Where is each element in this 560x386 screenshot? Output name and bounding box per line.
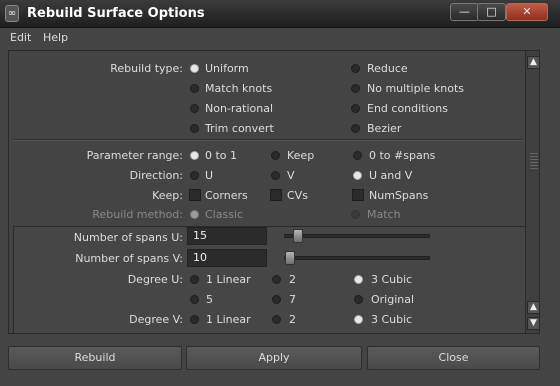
rebuild-type-reduce-label[interactable]: Reduce bbox=[367, 62, 408, 75]
rebuild-type-uniform-radio[interactable] bbox=[190, 64, 199, 73]
parameter-range-0-to-spans-radio[interactable] bbox=[353, 151, 362, 160]
degree-v-cubic-label[interactable]: 3 Cubic bbox=[371, 313, 412, 326]
spans-u-label: Number of spans U: bbox=[73, 231, 183, 244]
keep-numspans-label[interactable]: NumSpans bbox=[369, 189, 428, 202]
rebuild-type-non-rational-label[interactable]: Non-rational bbox=[205, 102, 273, 115]
rebuild-method-match-radio[interactable] bbox=[351, 210, 360, 219]
scroll-grip[interactable] bbox=[530, 156, 538, 157]
rebuild-type-non-rational-radio[interactable] bbox=[190, 104, 199, 113]
degree-u-cubic-label[interactable]: 3 Cubic bbox=[371, 273, 412, 286]
parameter-range-0-to-1-label[interactable]: 0 to 1 bbox=[205, 149, 237, 162]
rebuild-type-end-conditions-label[interactable]: End conditions bbox=[367, 102, 448, 115]
keep-cvs-label[interactable]: CVs bbox=[287, 189, 308, 202]
rebuild-type-no-multiple-knots-label[interactable]: No multiple knots bbox=[367, 82, 464, 95]
menu-help[interactable]: Help bbox=[43, 31, 68, 44]
rebuild-type-no-multiple-knots-radio[interactable] bbox=[351, 84, 360, 93]
rebuild-type-reduce-radio[interactable] bbox=[351, 64, 360, 73]
keep-corners-label[interactable]: Corners bbox=[205, 189, 248, 202]
degree-u-2-radio[interactable] bbox=[272, 275, 281, 284]
rebuild-method-match-label: Match bbox=[367, 208, 401, 221]
rebuild-type-match-knots-label[interactable]: Match knots bbox=[205, 82, 272, 95]
maya-logo-icon: ∞ bbox=[5, 5, 19, 22]
direction-u-label[interactable]: U bbox=[205, 169, 213, 182]
scroll-grip[interactable] bbox=[530, 153, 538, 154]
degree-v-2-label[interactable]: 2 bbox=[289, 313, 296, 326]
rebuild-method-classic-label: Classic bbox=[205, 208, 244, 221]
window-title: Rebuild Surface Options bbox=[27, 6, 205, 21]
close-button[interactable]: Close bbox=[367, 346, 540, 370]
degree-u-5-label[interactable]: 5 bbox=[206, 293, 213, 306]
degree-u-label: Degree U: bbox=[127, 273, 183, 286]
spans-v-slider-handle[interactable] bbox=[285, 251, 295, 265]
spans-u-field[interactable]: 15 bbox=[187, 227, 267, 245]
close-window-button[interactable]: ✕ bbox=[506, 3, 548, 21]
degree-u-original-label[interactable]: Original bbox=[371, 293, 414, 306]
rebuild-type-bezier-radio[interactable] bbox=[351, 124, 360, 133]
rebuild-type-end-conditions-radio[interactable] bbox=[351, 104, 360, 113]
degree-u-7-radio[interactable] bbox=[272, 295, 281, 304]
keep-numspans-checkbox[interactable] bbox=[352, 189, 364, 201]
scroll-grip[interactable] bbox=[530, 168, 538, 169]
rebuild-type-trim-convert-label[interactable]: Trim convert bbox=[205, 122, 274, 135]
degree-v-linear-label[interactable]: 1 Linear bbox=[206, 313, 251, 326]
rebuild-type-label: Rebuild type: bbox=[110, 62, 183, 75]
degree-v-cubic-radio[interactable] bbox=[354, 315, 363, 324]
rebuild-type-trim-convert-radio[interactable] bbox=[190, 124, 199, 133]
spans-u-slider-track[interactable] bbox=[284, 234, 430, 238]
scroll-up-arrow-icon[interactable]: ▲ bbox=[527, 56, 539, 69]
degree-u-7-label[interactable]: 7 bbox=[289, 293, 296, 306]
scroll-grip[interactable] bbox=[530, 162, 538, 163]
rebuild-button[interactable]: Rebuild bbox=[8, 346, 182, 370]
rebuild-method-label: Rebuild method: bbox=[92, 208, 183, 221]
keep-label: Keep: bbox=[152, 189, 183, 202]
degree-v-label: Degree V: bbox=[129, 313, 183, 326]
minimize-button[interactable]: — bbox=[450, 3, 479, 21]
direction-u-and-v-label[interactable]: U and V bbox=[369, 169, 412, 182]
direction-v-radio[interactable] bbox=[271, 171, 280, 180]
degree-u-5-radio[interactable] bbox=[190, 295, 199, 304]
title-bar[interactable]: ∞ Rebuild Surface Options — □ ✕ bbox=[0, 0, 560, 28]
keep-corners-checkbox[interactable] bbox=[189, 189, 201, 201]
degree-u-linear-label[interactable]: 1 Linear bbox=[206, 273, 251, 286]
keep-cvs-checkbox[interactable] bbox=[270, 189, 282, 201]
rebuild-type-match-knots-radio[interactable] bbox=[190, 84, 199, 93]
direction-u-radio[interactable] bbox=[190, 171, 199, 180]
spans-v-slider-track[interactable] bbox=[284, 256, 430, 260]
degree-u-original-radio[interactable] bbox=[354, 295, 363, 304]
degree-u-cubic-radio[interactable] bbox=[354, 275, 363, 284]
rebuild-type-bezier-label[interactable]: Bezier bbox=[367, 122, 401, 135]
scroll-down-arrow-icon[interactable]: ▼ bbox=[527, 317, 539, 330]
rebuild-method-classic-radio[interactable] bbox=[190, 210, 199, 219]
degree-u-2-label[interactable]: 2 bbox=[289, 273, 296, 286]
menu-bar: Edit Help bbox=[0, 28, 560, 48]
spans-u-slider-handle[interactable] bbox=[293, 229, 303, 243]
vertical-scrollbar[interactable]: ▲ ▲ ▼ bbox=[525, 51, 539, 333]
direction-u-and-v-radio[interactable] bbox=[353, 171, 362, 180]
degree-v-2-radio[interactable] bbox=[272, 315, 281, 324]
section-divider bbox=[13, 139, 523, 141]
scroll-up-arrow-icon[interactable]: ▲ bbox=[527, 301, 539, 314]
parameter-range-keep-radio[interactable] bbox=[271, 151, 280, 160]
scroll-grip[interactable] bbox=[530, 165, 538, 166]
maximize-button[interactable]: □ bbox=[477, 3, 506, 21]
direction-label: Direction: bbox=[129, 169, 183, 182]
apply-button[interactable]: Apply bbox=[186, 346, 362, 370]
options-panel: Rebuild type: Uniform Reduce Match knots… bbox=[8, 50, 540, 334]
direction-v-label[interactable]: V bbox=[287, 169, 295, 182]
parameter-range-0-to-spans-label[interactable]: 0 to #spans bbox=[369, 149, 435, 162]
parameter-range-keep-label[interactable]: Keep bbox=[287, 149, 314, 162]
scroll-grip[interactable] bbox=[530, 159, 538, 160]
spans-v-label: Number of spans V: bbox=[75, 252, 183, 265]
rebuild-type-uniform-label[interactable]: Uniform bbox=[205, 62, 249, 75]
spans-v-field[interactable]: 10 bbox=[187, 249, 267, 267]
degree-u-linear-radio[interactable] bbox=[190, 275, 199, 284]
parameter-range-label: Parameter range: bbox=[86, 149, 183, 162]
menu-edit[interactable]: Edit bbox=[10, 31, 31, 44]
degree-v-linear-radio[interactable] bbox=[190, 315, 199, 324]
parameter-range-0-to-1-radio[interactable] bbox=[190, 151, 199, 160]
